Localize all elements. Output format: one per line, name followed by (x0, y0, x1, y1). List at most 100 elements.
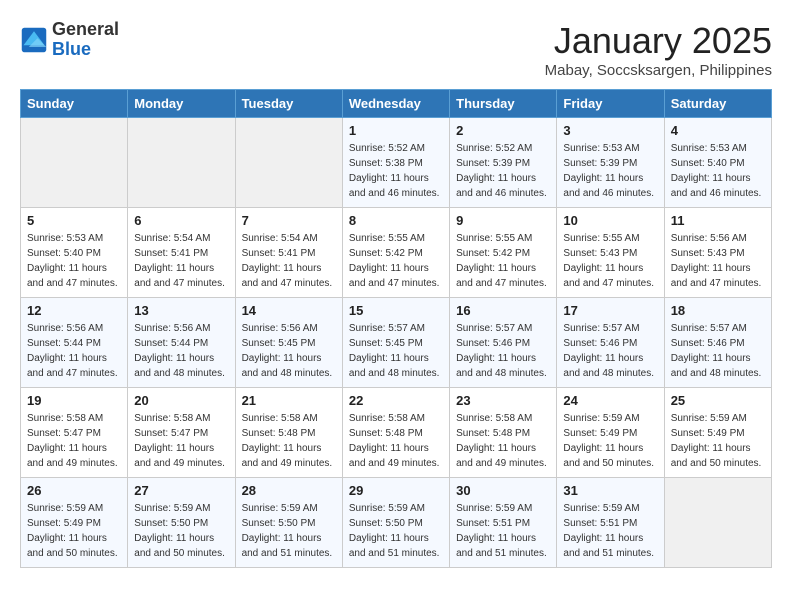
day-number: 14 (242, 303, 336, 318)
day-number: 21 (242, 393, 336, 408)
calendar-cell: 28 Sunrise: 5:59 AMSunset: 5:50 PMDaylig… (235, 478, 342, 568)
calendar-cell: 2 Sunrise: 5:52 AMSunset: 5:39 PMDayligh… (450, 118, 557, 208)
weekday-header: Thursday (450, 90, 557, 118)
calendar-cell: 1 Sunrise: 5:52 AMSunset: 5:38 PMDayligh… (342, 118, 449, 208)
logo-text: General Blue (52, 20, 119, 60)
day-number: 24 (563, 393, 657, 408)
sunrise-info: Sunrise: 5:54 AMSunset: 5:41 PMDaylight:… (242, 233, 333, 289)
calendar-cell: 17 Sunrise: 5:57 AMSunset: 5:46 PMDaylig… (557, 298, 664, 388)
sunrise-info: Sunrise: 5:58 AMSunset: 5:48 PMDaylight:… (456, 413, 547, 469)
calendar-week-row: 12 Sunrise: 5:56 AMSunset: 5:44 PMDaylig… (21, 298, 772, 388)
day-number: 23 (456, 393, 550, 408)
day-number: 13 (134, 303, 228, 318)
sunrise-info: Sunrise: 5:56 AMSunset: 5:44 PMDaylight:… (134, 323, 225, 379)
sunrise-info: Sunrise: 5:57 AMSunset: 5:46 PMDaylight:… (563, 323, 654, 379)
sunrise-info: Sunrise: 5:59 AMSunset: 5:50 PMDaylight:… (134, 503, 225, 559)
sunrise-info: Sunrise: 5:58 AMSunset: 5:47 PMDaylight:… (134, 413, 225, 469)
sunrise-info: Sunrise: 5:56 AMSunset: 5:43 PMDaylight:… (671, 233, 762, 289)
day-number: 16 (456, 303, 550, 318)
calendar-cell: 12 Sunrise: 5:56 AMSunset: 5:44 PMDaylig… (21, 298, 128, 388)
sunrise-info: Sunrise: 5:59 AMSunset: 5:50 PMDaylight:… (242, 503, 333, 559)
day-number: 15 (349, 303, 443, 318)
day-number: 31 (563, 483, 657, 498)
day-number: 12 (27, 303, 121, 318)
sunrise-info: Sunrise: 5:55 AMSunset: 5:43 PMDaylight:… (563, 233, 654, 289)
calendar-cell: 19 Sunrise: 5:58 AMSunset: 5:47 PMDaylig… (21, 388, 128, 478)
calendar-cell: 5 Sunrise: 5:53 AMSunset: 5:40 PMDayligh… (21, 208, 128, 298)
calendar-week-row: 19 Sunrise: 5:58 AMSunset: 5:47 PMDaylig… (21, 388, 772, 478)
calendar-cell: 20 Sunrise: 5:58 AMSunset: 5:47 PMDaylig… (128, 388, 235, 478)
sunrise-info: Sunrise: 5:57 AMSunset: 5:46 PMDaylight:… (671, 323, 762, 379)
sunrise-info: Sunrise: 5:54 AMSunset: 5:41 PMDaylight:… (134, 233, 225, 289)
calendar-cell: 8 Sunrise: 5:55 AMSunset: 5:42 PMDayligh… (342, 208, 449, 298)
calendar-cell (235, 118, 342, 208)
calendar-cell: 31 Sunrise: 5:59 AMSunset: 5:51 PMDaylig… (557, 478, 664, 568)
day-number: 1 (349, 123, 443, 138)
day-number: 3 (563, 123, 657, 138)
month-title: January 2025 (545, 20, 772, 62)
sunrise-info: Sunrise: 5:58 AMSunset: 5:48 PMDaylight:… (349, 413, 440, 469)
calendar-week-row: 1 Sunrise: 5:52 AMSunset: 5:38 PMDayligh… (21, 118, 772, 208)
sunrise-info: Sunrise: 5:55 AMSunset: 5:42 PMDaylight:… (349, 233, 440, 289)
calendar-cell: 7 Sunrise: 5:54 AMSunset: 5:41 PMDayligh… (235, 208, 342, 298)
sunrise-info: Sunrise: 5:52 AMSunset: 5:39 PMDaylight:… (456, 143, 547, 199)
calendar-cell: 23 Sunrise: 5:58 AMSunset: 5:48 PMDaylig… (450, 388, 557, 478)
day-number: 2 (456, 123, 550, 138)
sunrise-info: Sunrise: 5:57 AMSunset: 5:46 PMDaylight:… (456, 323, 547, 379)
calendar-cell: 25 Sunrise: 5:59 AMSunset: 5:49 PMDaylig… (664, 388, 771, 478)
day-number: 18 (671, 303, 765, 318)
day-number: 29 (349, 483, 443, 498)
sunrise-info: Sunrise: 5:59 AMSunset: 5:51 PMDaylight:… (563, 503, 654, 559)
weekday-header: Saturday (664, 90, 771, 118)
calendar-cell: 14 Sunrise: 5:56 AMSunset: 5:45 PMDaylig… (235, 298, 342, 388)
calendar-cell: 29 Sunrise: 5:59 AMSunset: 5:50 PMDaylig… (342, 478, 449, 568)
sunrise-info: Sunrise: 5:57 AMSunset: 5:45 PMDaylight:… (349, 323, 440, 379)
day-number: 30 (456, 483, 550, 498)
calendar-cell (128, 118, 235, 208)
sunrise-info: Sunrise: 5:58 AMSunset: 5:47 PMDaylight:… (27, 413, 118, 469)
sunrise-info: Sunrise: 5:55 AMSunset: 5:42 PMDaylight:… (456, 233, 547, 289)
calendar-cell: 22 Sunrise: 5:58 AMSunset: 5:48 PMDaylig… (342, 388, 449, 478)
day-number: 20 (134, 393, 228, 408)
location-subtitle: Mabay, Soccsksargen, Philippines (545, 62, 772, 79)
calendar-cell: 13 Sunrise: 5:56 AMSunset: 5:44 PMDaylig… (128, 298, 235, 388)
logo-icon (20, 26, 48, 54)
calendar-cell: 26 Sunrise: 5:59 AMSunset: 5:49 PMDaylig… (21, 478, 128, 568)
calendar-cell: 6 Sunrise: 5:54 AMSunset: 5:41 PMDayligh… (128, 208, 235, 298)
sunrise-info: Sunrise: 5:58 AMSunset: 5:48 PMDaylight:… (242, 413, 333, 469)
day-number: 7 (242, 213, 336, 228)
calendar-cell: 24 Sunrise: 5:59 AMSunset: 5:49 PMDaylig… (557, 388, 664, 478)
sunrise-info: Sunrise: 5:59 AMSunset: 5:51 PMDaylight:… (456, 503, 547, 559)
calendar-week-row: 5 Sunrise: 5:53 AMSunset: 5:40 PMDayligh… (21, 208, 772, 298)
sunrise-info: Sunrise: 5:53 AMSunset: 5:40 PMDaylight:… (671, 143, 762, 199)
day-number: 22 (349, 393, 443, 408)
sunrise-info: Sunrise: 5:59 AMSunset: 5:49 PMDaylight:… (563, 413, 654, 469)
calendar-cell: 16 Sunrise: 5:57 AMSunset: 5:46 PMDaylig… (450, 298, 557, 388)
day-number: 6 (134, 213, 228, 228)
calendar-cell: 3 Sunrise: 5:53 AMSunset: 5:39 PMDayligh… (557, 118, 664, 208)
weekday-header: Wednesday (342, 90, 449, 118)
sunrise-info: Sunrise: 5:56 AMSunset: 5:44 PMDaylight:… (27, 323, 118, 379)
calendar-week-row: 26 Sunrise: 5:59 AMSunset: 5:49 PMDaylig… (21, 478, 772, 568)
calendar-cell: 10 Sunrise: 5:55 AMSunset: 5:43 PMDaylig… (557, 208, 664, 298)
day-number: 27 (134, 483, 228, 498)
calendar-cell: 9 Sunrise: 5:55 AMSunset: 5:42 PMDayligh… (450, 208, 557, 298)
weekday-header: Tuesday (235, 90, 342, 118)
day-number: 8 (349, 213, 443, 228)
weekday-header-row: SundayMondayTuesdayWednesdayThursdayFrid… (21, 90, 772, 118)
day-number: 19 (27, 393, 121, 408)
day-number: 28 (242, 483, 336, 498)
day-number: 9 (456, 213, 550, 228)
sunrise-info: Sunrise: 5:53 AMSunset: 5:39 PMDaylight:… (563, 143, 654, 199)
calendar-cell: 15 Sunrise: 5:57 AMSunset: 5:45 PMDaylig… (342, 298, 449, 388)
day-number: 17 (563, 303, 657, 318)
logo: General Blue (20, 20, 119, 60)
sunrise-info: Sunrise: 5:52 AMSunset: 5:38 PMDaylight:… (349, 143, 440, 199)
sunrise-info: Sunrise: 5:59 AMSunset: 5:49 PMDaylight:… (27, 503, 118, 559)
sunrise-info: Sunrise: 5:53 AMSunset: 5:40 PMDaylight:… (27, 233, 118, 289)
day-number: 4 (671, 123, 765, 138)
weekday-header: Sunday (21, 90, 128, 118)
calendar-table: SundayMondayTuesdayWednesdayThursdayFrid… (20, 89, 772, 568)
calendar-cell: 18 Sunrise: 5:57 AMSunset: 5:46 PMDaylig… (664, 298, 771, 388)
day-number: 11 (671, 213, 765, 228)
